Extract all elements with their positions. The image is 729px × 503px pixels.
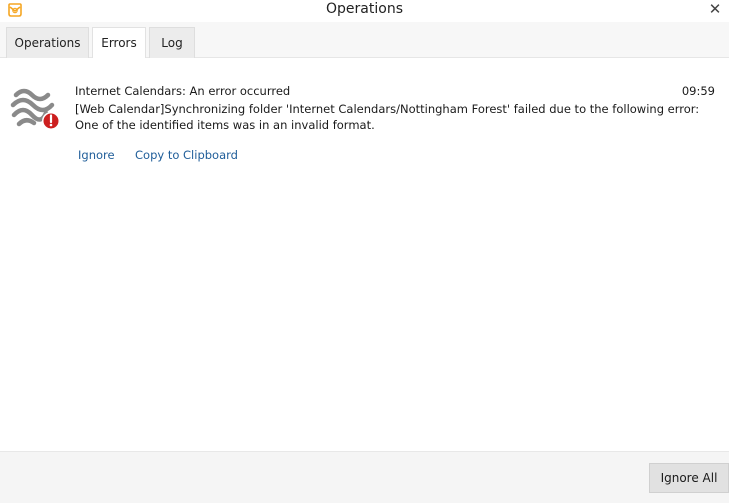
ignore-all-button[interactable]: Ignore All bbox=[649, 463, 729, 493]
tab-bar: Operations Errors Log bbox=[0, 22, 729, 59]
internet-calendar-error-icon bbox=[10, 83, 62, 135]
close-icon: ✕ bbox=[708, 0, 722, 18]
footer-bar: Ignore All bbox=[0, 451, 729, 503]
tab-operations[interactable]: Operations bbox=[6, 27, 89, 58]
close-button[interactable]: ✕ bbox=[705, 0, 725, 20]
ignore-link[interactable]: Ignore bbox=[78, 148, 115, 162]
error-message: [Web Calendar]Synchronizing folder 'Inte… bbox=[75, 102, 700, 132]
error-timestamp: 09:59 bbox=[681, 84, 715, 98]
tab-errors[interactable]: Errors bbox=[92, 27, 146, 59]
title-bar: Operations ✕ bbox=[0, 0, 729, 22]
error-title: Internet Calendars: An error occurred bbox=[75, 84, 291, 98]
errors-panel: Internet Calendars: An error occurred 09… bbox=[0, 58, 729, 451]
tab-log[interactable]: Log bbox=[149, 27, 195, 58]
window-title: Operations bbox=[326, 1, 403, 17]
copy-to-clipboard-link[interactable]: Copy to Clipboard bbox=[135, 148, 238, 162]
